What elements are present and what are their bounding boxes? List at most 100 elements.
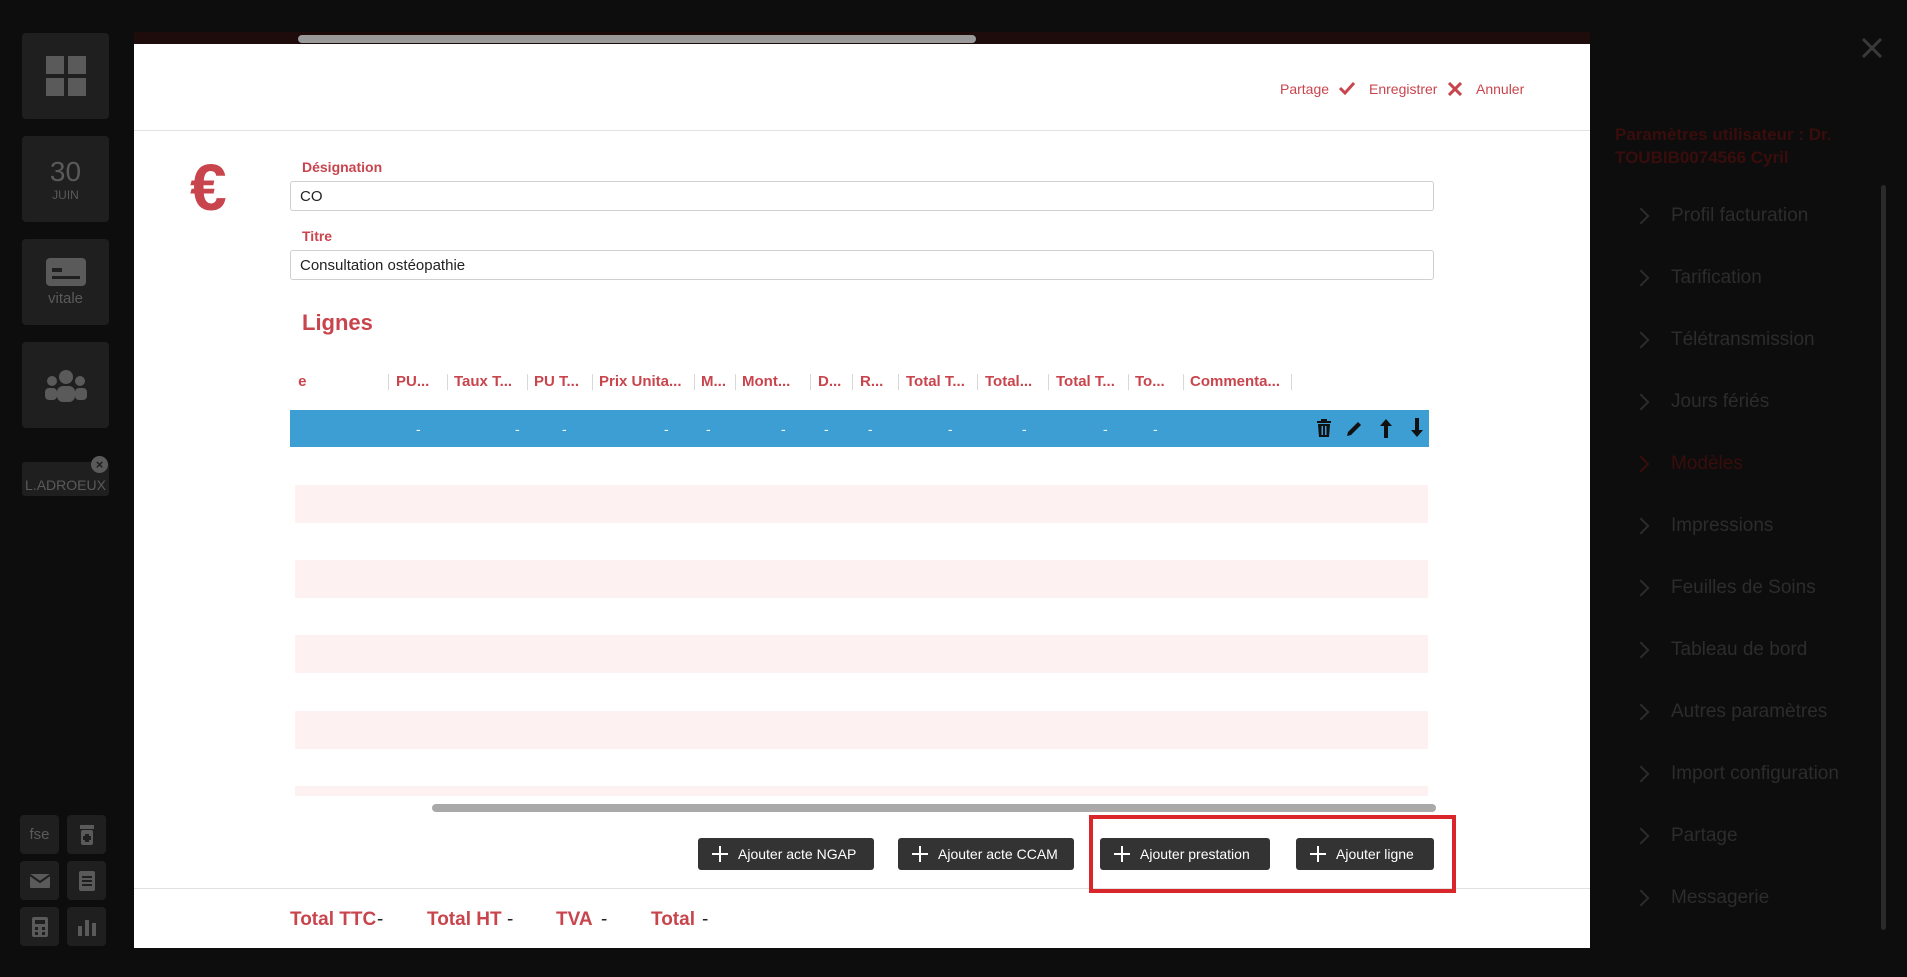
total-ttc-label: Total TTC (290, 909, 377, 930)
pill-bottle-icon (79, 824, 94, 845)
panel-item-partage[interactable]: Partage (1632, 825, 1738, 847)
dashboard-tile[interactable] (22, 33, 109, 119)
cell-value: - (1103, 421, 1108, 437)
right-panel-scrollbar[interactable] (1881, 185, 1886, 930)
panel-item-autres-parametres[interactable]: Autres paramètres (1632, 701, 1827, 723)
column-header[interactable]: PU... (396, 373, 429, 390)
save-link[interactable]: Enregistrer (1369, 81, 1437, 97)
panel-item-teletransmission[interactable]: Télétransmission (1632, 329, 1815, 351)
column-separator (447, 374, 448, 390)
cell-value: - (706, 421, 711, 437)
designation-label: Désignation (302, 159, 383, 175)
column-separator (810, 374, 811, 390)
column-separator (388, 374, 389, 390)
panel-item-tarification[interactable]: Tarification (1632, 267, 1762, 289)
panel-item-feuilles-de-soins[interactable]: Feuilles de Soins (1632, 577, 1816, 599)
date-tile[interactable]: 30 JUIN (22, 136, 109, 222)
column-separator (735, 374, 736, 390)
column-separator (852, 374, 853, 390)
patients-tile[interactable] (22, 342, 109, 428)
column-header[interactable]: Total... (985, 373, 1032, 390)
cancel-x-icon[interactable] (1448, 82, 1462, 96)
stats-button[interactable] (67, 907, 106, 946)
cell-value: - (416, 421, 421, 437)
column-separator (1183, 374, 1184, 390)
panel-item-messagerie[interactable]: Messagerie (1632, 887, 1769, 909)
date-month: JUIN (52, 188, 79, 202)
close-tag-icon[interactable]: × (91, 456, 108, 473)
vitale-label: vitale (47, 289, 84, 307)
modal-top-scrollbar[interactable] (298, 35, 976, 43)
plus-icon (912, 846, 928, 862)
column-separator (527, 374, 528, 390)
panel-item-import-configuration[interactable]: Import configuration (1632, 763, 1839, 785)
vitale-tile[interactable]: vitale (22, 239, 109, 325)
table-scrollbar[interactable] (432, 804, 1436, 812)
date-day: 30 (49, 156, 82, 187)
grid-icon (45, 56, 86, 96)
check-icon[interactable] (1339, 81, 1355, 95)
arrow-up-icon[interactable] (1379, 418, 1393, 438)
column-header[interactable]: Prix Unita... (599, 373, 682, 390)
panel-item-impressions[interactable]: Impressions (1632, 515, 1773, 537)
document-icon (78, 870, 95, 891)
panel-item-tableau-de-bord[interactable]: Tableau de bord (1632, 639, 1807, 661)
bar-chart-icon (77, 919, 96, 936)
cell-value: - (664, 421, 669, 437)
column-separator (592, 374, 593, 390)
cell-value: - (515, 421, 520, 437)
mail-button[interactable] (20, 861, 59, 900)
add-ccam-button[interactable]: Ajouter acte CCAM (898, 838, 1074, 870)
card-icon (45, 257, 86, 286)
column-header[interactable]: R... (860, 373, 883, 390)
column-header[interactable]: PU T... (534, 373, 579, 390)
cell-value: - (824, 421, 829, 437)
column-separator (1291, 374, 1292, 390)
column-header[interactable]: Mont... (742, 373, 790, 390)
calculator-button[interactable] (20, 907, 59, 946)
trash-icon[interactable] (1316, 419, 1332, 437)
cell-value: - (781, 421, 786, 437)
column-separator (1128, 374, 1129, 390)
column-header[interactable]: D... (818, 373, 841, 390)
share-link[interactable]: Partage (1280, 81, 1329, 97)
fse-label: fse (29, 826, 50, 843)
plus-icon (712, 846, 728, 862)
column-header[interactable]: Total T... (1056, 373, 1115, 390)
header-divider (134, 130, 1590, 131)
total-label: Total (651, 909, 695, 930)
designation-input[interactable] (290, 181, 1434, 211)
column-header[interactable]: Commenta... (1190, 373, 1280, 390)
add-ngap-button[interactable]: Ajouter acte NGAP (698, 838, 874, 870)
panel-item-profil-facturation[interactable]: Profil facturation (1632, 205, 1808, 227)
panel-item-modeles[interactable]: Modèles (1632, 453, 1743, 475)
titre-input[interactable] (290, 250, 1434, 280)
right-panel-title: Paramètres utilisateur : Dr. TOUBIB00745… (1615, 125, 1832, 167)
document-button[interactable] (67, 861, 106, 900)
column-separator (694, 374, 695, 390)
panel-item-jours-feries[interactable]: Jours fériés (1632, 391, 1769, 413)
column-header[interactable]: To... (1135, 373, 1165, 390)
column-header[interactable]: Total T... (906, 373, 965, 390)
column-header[interactable]: Taux T... (454, 373, 512, 390)
pill-bottle-button[interactable] (67, 815, 106, 854)
table-row-selected[interactable] (290, 410, 1429, 447)
column-separator (898, 374, 899, 390)
patient-tag-label: L.ADROEUX (25, 477, 106, 493)
pencil-icon[interactable] (1346, 419, 1364, 437)
cell-value: - (1153, 421, 1158, 437)
cancel-link[interactable]: Annuler (1476, 81, 1524, 97)
tva-value: - (601, 909, 608, 930)
fse-button[interactable]: fse (20, 815, 59, 854)
add-ccam-label: Ajouter acte CCAM (938, 846, 1058, 862)
column-header[interactable]: M... (701, 373, 726, 390)
arrow-down-icon[interactable] (1410, 418, 1424, 438)
cell-value: - (948, 421, 953, 437)
close-panel-icon[interactable] (1860, 36, 1884, 60)
euro-icon: € (190, 150, 227, 224)
empty-row (295, 635, 1428, 673)
users-icon (44, 370, 87, 402)
column-separator (1048, 374, 1049, 390)
cell-value: - (868, 421, 873, 437)
column-header[interactable]: e (294, 373, 306, 390)
